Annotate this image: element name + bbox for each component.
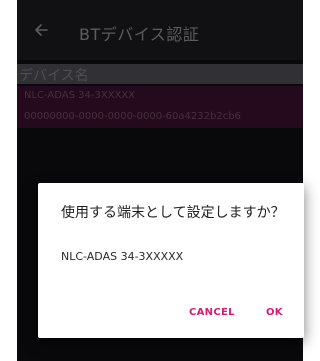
dialog-device-name: NLC-ADAS 34-3XXXXX	[61, 250, 184, 263]
cancel-button[interactable]: CANCEL	[189, 307, 235, 318]
ok-button[interactable]: OK	[266, 307, 283, 318]
confirm-dialog: 使用する端末として設定しますか？ NLC-ADAS 34-3XXXXX CANC…	[38, 183, 304, 338]
dialog-message: 使用する端末として設定しますか？	[61, 205, 285, 221]
